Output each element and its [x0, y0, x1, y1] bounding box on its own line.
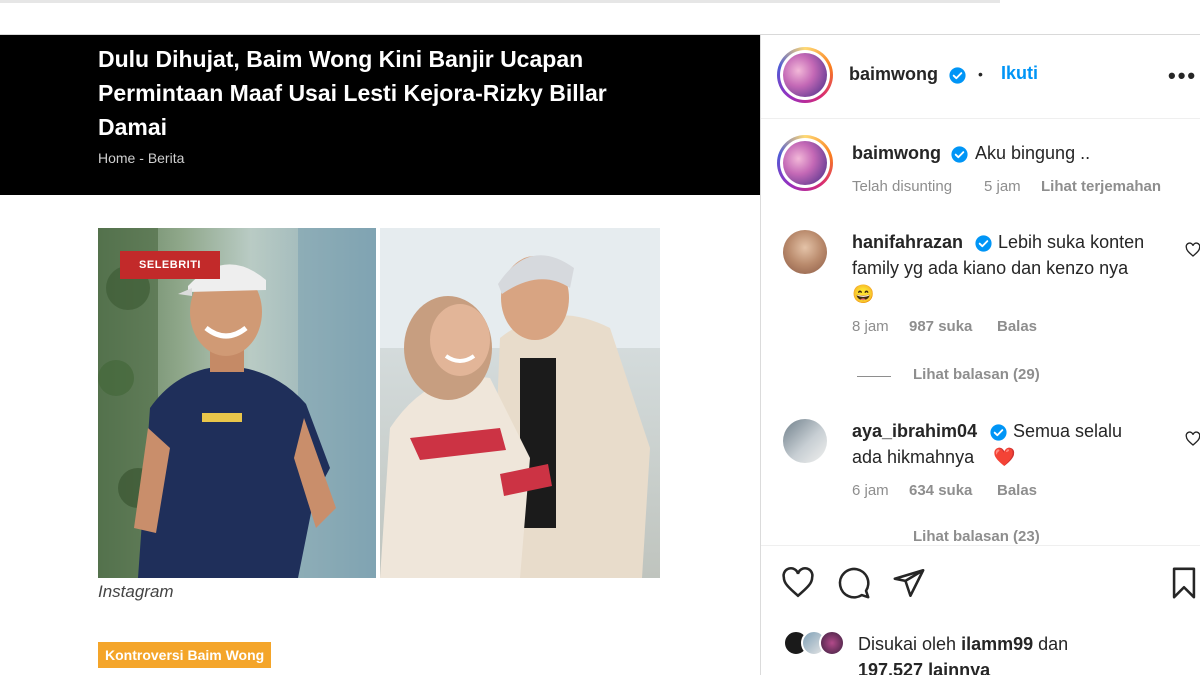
- liked-by-avatars[interactable]: [783, 630, 861, 658]
- commenter-username[interactable]: hanifahrazan: [852, 232, 963, 253]
- author-avatar[interactable]: [777, 47, 833, 103]
- commenter-avatar-aya_ibrahim04[interactable]: [783, 419, 827, 463]
- post-actions-footer: Disukai oleh ilamm99 dan 197,527 lainnya: [761, 545, 1200, 675]
- comment-emoji: 😄: [852, 284, 875, 304]
- header-separator: •: [978, 66, 983, 82]
- breadcrumb-section-link[interactable]: Berita: [148, 150, 185, 166]
- photo-couple-illustration: [380, 228, 660, 578]
- caption-username[interactable]: baimwong: [852, 143, 941, 164]
- view-replies-button[interactable]: Lihat balasan (29): [913, 366, 1040, 383]
- breadcrumb-separator: -: [139, 150, 144, 166]
- verified-badge-icon: [975, 235, 992, 252]
- author-username[interactable]: baimwong: [849, 64, 938, 85]
- liked-by-prefix: Disukai oleh: [858, 634, 957, 654]
- liked-by-line: Disukai oleh ilamm99 dan: [858, 631, 1068, 657]
- follow-button[interactable]: Ikuti: [1001, 63, 1038, 84]
- more-options-icon[interactable]: •••: [1168, 63, 1197, 89]
- comment-likes[interactable]: 634 suka: [909, 482, 972, 499]
- browser-tab-line: [0, 0, 1000, 3]
- share-paper-plane-icon[interactable]: [892, 566, 926, 600]
- comment-time: 8 jam: [852, 318, 889, 335]
- comment-reply-button[interactable]: Balas: [997, 318, 1037, 335]
- view-replies-button[interactable]: Lihat balasan (23): [913, 528, 1040, 545]
- liked-by-user[interactable]: ilamm99: [961, 634, 1033, 654]
- comment-bubble-icon[interactable]: [837, 566, 871, 600]
- breadcrumb: Home - Berita: [98, 150, 184, 166]
- comment-text-line1: Semua selalu: [1013, 421, 1123, 441]
- instagram-panel: baimwong • Ikuti ••• baimwong Aku bingun…: [760, 35, 1200, 675]
- commenter-username[interactable]: aya_ibrahim04: [852, 421, 977, 442]
- article-title: Dulu Dihujat, Baim Wong Kini Banjir Ucap…: [98, 46, 607, 140]
- comment-emoji: ❤️: [993, 447, 1016, 467]
- caption-text: Aku bingung ..: [975, 143, 1091, 163]
- save-bookmark-icon[interactable]: [1167, 566, 1200, 600]
- breadcrumb-home-link[interactable]: Home: [98, 150, 135, 166]
- verified-badge-icon: [951, 146, 968, 163]
- comment-reply-button[interactable]: Balas: [997, 482, 1037, 499]
- article-header: Dulu Dihujat, Baim Wong Kini Banjir Ucap…: [0, 35, 760, 195]
- caption-edited-label: Telah disunting: [852, 178, 953, 195]
- topic-tag[interactable]: Kontroversi Baim Wong: [98, 642, 272, 668]
- comment-text-line1: Lebih suka konten: [998, 232, 1145, 252]
- caption-author-avatar[interactable]: [777, 135, 833, 191]
- caption-time[interactable]: 5 jam: [984, 178, 1021, 195]
- screen: Dulu Dihujat, Baim Wong Kini Banjir Ucap…: [0, 0, 1200, 675]
- avatar-picture: [783, 141, 827, 185]
- photo-baim-illustration: [98, 228, 376, 578]
- selebriti-badge: SELEBRITI: [120, 251, 220, 279]
- post-header: baimwong • Ikuti •••: [761, 35, 1200, 119]
- comment-text-line2: ada hikmahnya: [852, 447, 975, 467]
- comment-like-heart-icon[interactable]: [1185, 242, 1200, 258]
- verified-badge-icon: [990, 424, 1007, 441]
- news-article: Dulu Dihujat, Baim Wong Kini Banjir Ucap…: [0, 35, 760, 675]
- comment-time: 6 jam: [852, 482, 889, 499]
- article-photo-couple: [380, 228, 660, 578]
- liker-avatar: [819, 630, 845, 656]
- commenter-avatar-hanifahrazan[interactable]: [783, 230, 827, 274]
- replies-divider-line: [857, 376, 891, 377]
- see-translation-link[interactable]: Lihat terjemahan: [1041, 178, 1161, 195]
- comment-text-line2: family yg ada kiano dan kenzo nya: [852, 258, 1129, 278]
- comment-like-heart-icon[interactable]: [1185, 431, 1200, 447]
- comment-likes[interactable]: 987 suka: [909, 318, 972, 335]
- photo-caption: Instagram: [98, 582, 174, 601]
- liked-by-count[interactable]: 197,527 lainnya: [858, 657, 990, 675]
- like-heart-icon[interactable]: [781, 566, 815, 600]
- browser-top-strip: [0, 0, 1200, 35]
- liked-by-and: dan: [1038, 634, 1069, 654]
- avatar-picture: [783, 53, 827, 97]
- article-photo-baim: SELEBRITI: [98, 228, 376, 578]
- verified-badge-icon: [949, 67, 966, 84]
